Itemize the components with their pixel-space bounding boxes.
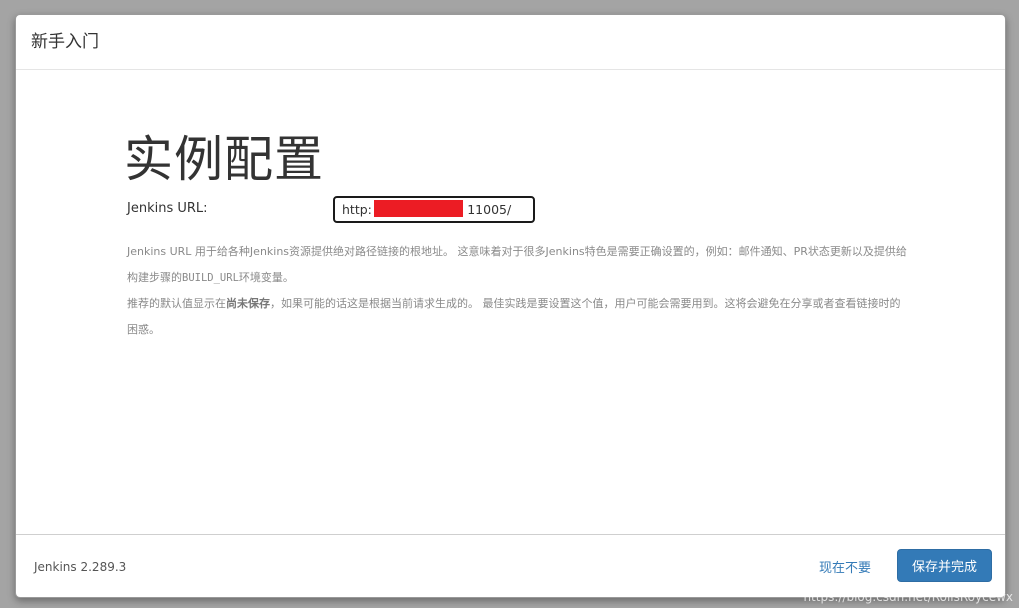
save-and-finish-button[interactable]: 保存并完成 (897, 549, 992, 582)
page-title: 实例配置 (124, 131, 325, 188)
help-text-1-end: 环境变量。 (238, 271, 294, 284)
dialog-title: 新手入门 (31, 32, 99, 52)
build-url-env-var: BUILD_URL (182, 272, 239, 284)
jenkins-url-label: Jenkins URL: (127, 201, 208, 216)
help-text-2-start: 推荐的默认值显示在 (127, 297, 226, 310)
jenkins-url-field[interactable] (333, 196, 535, 223)
watermark: https://blog.csdn.net/RollsRoycewx (803, 590, 1013, 604)
help-paragraph-2: 推荐的默认值显示在尚未保存，如果可能的话这是根据当前请求生成的。 最佳实践是要设… (127, 291, 907, 343)
not-saved-emphasis: 尚未保存 (226, 297, 270, 310)
url-help-text: Jenkins URL 用于给各种Jenkins资源提供绝对路径链接的根地址。 … (127, 239, 907, 343)
dialog-footer: Jenkins 2.289.3 现在不要 保存并完成 (16, 534, 1005, 597)
setup-wizard-dialog: 新手入门 实例配置 Jenkins URL: Jenkins URL 用于给各种… (15, 14, 1006, 598)
help-paragraph-1: Jenkins URL 用于给各种Jenkins资源提供绝对路径链接的根地址。 … (127, 239, 907, 291)
skip-button[interactable]: 现在不要 (819, 557, 871, 576)
dialog-header: 新手入门 (16, 15, 1005, 70)
redaction-mark (374, 200, 463, 217)
jenkins-version: Jenkins 2.289.3 (34, 560, 127, 574)
dialog-body: 实例配置 Jenkins URL: Jenkins URL 用于给各种Jenki… (16, 70, 1005, 535)
